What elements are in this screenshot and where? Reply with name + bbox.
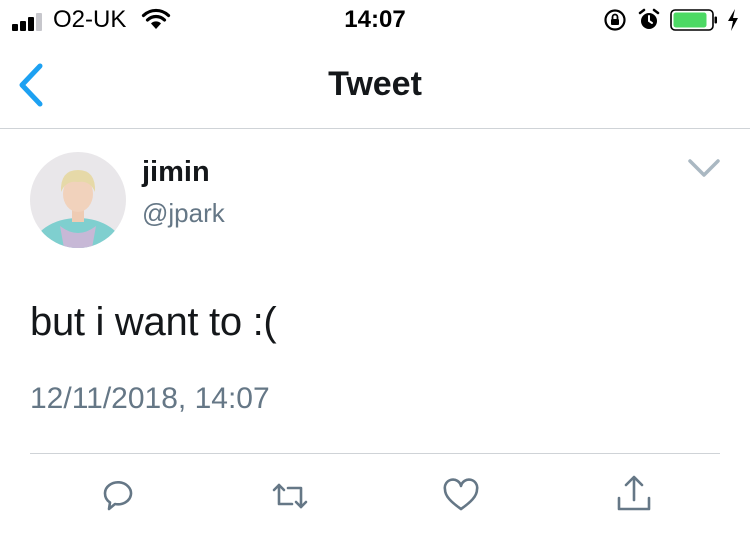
- display-name[interactable]: jimin: [142, 156, 210, 189]
- reply-icon[interactable]: [98, 476, 138, 516]
- nav-bar: Tweet: [0, 42, 750, 128]
- page-title: Tweet: [328, 65, 422, 103]
- avatar[interactable]: [30, 152, 126, 248]
- tweet-text: but i want to :(: [30, 300, 277, 344]
- heart-icon[interactable]: [441, 476, 481, 516]
- alarm-icon: [638, 8, 660, 29]
- username[interactable]: @jpark: [142, 198, 225, 229]
- chevron-down-icon[interactable]: [686, 155, 722, 181]
- share-icon[interactable]: [614, 474, 654, 514]
- nav-divider: [0, 128, 750, 129]
- tweet-timestamp: 12/11/2018, 14:07: [30, 382, 270, 415]
- retweet-icon[interactable]: [270, 476, 310, 516]
- status-bar: O2-UK 14:07: [0, 0, 750, 42]
- action-divider: [30, 453, 720, 454]
- orientation-lock-icon: [604, 9, 626, 31]
- charging-icon: [728, 9, 738, 31]
- battery-icon: [670, 9, 717, 31]
